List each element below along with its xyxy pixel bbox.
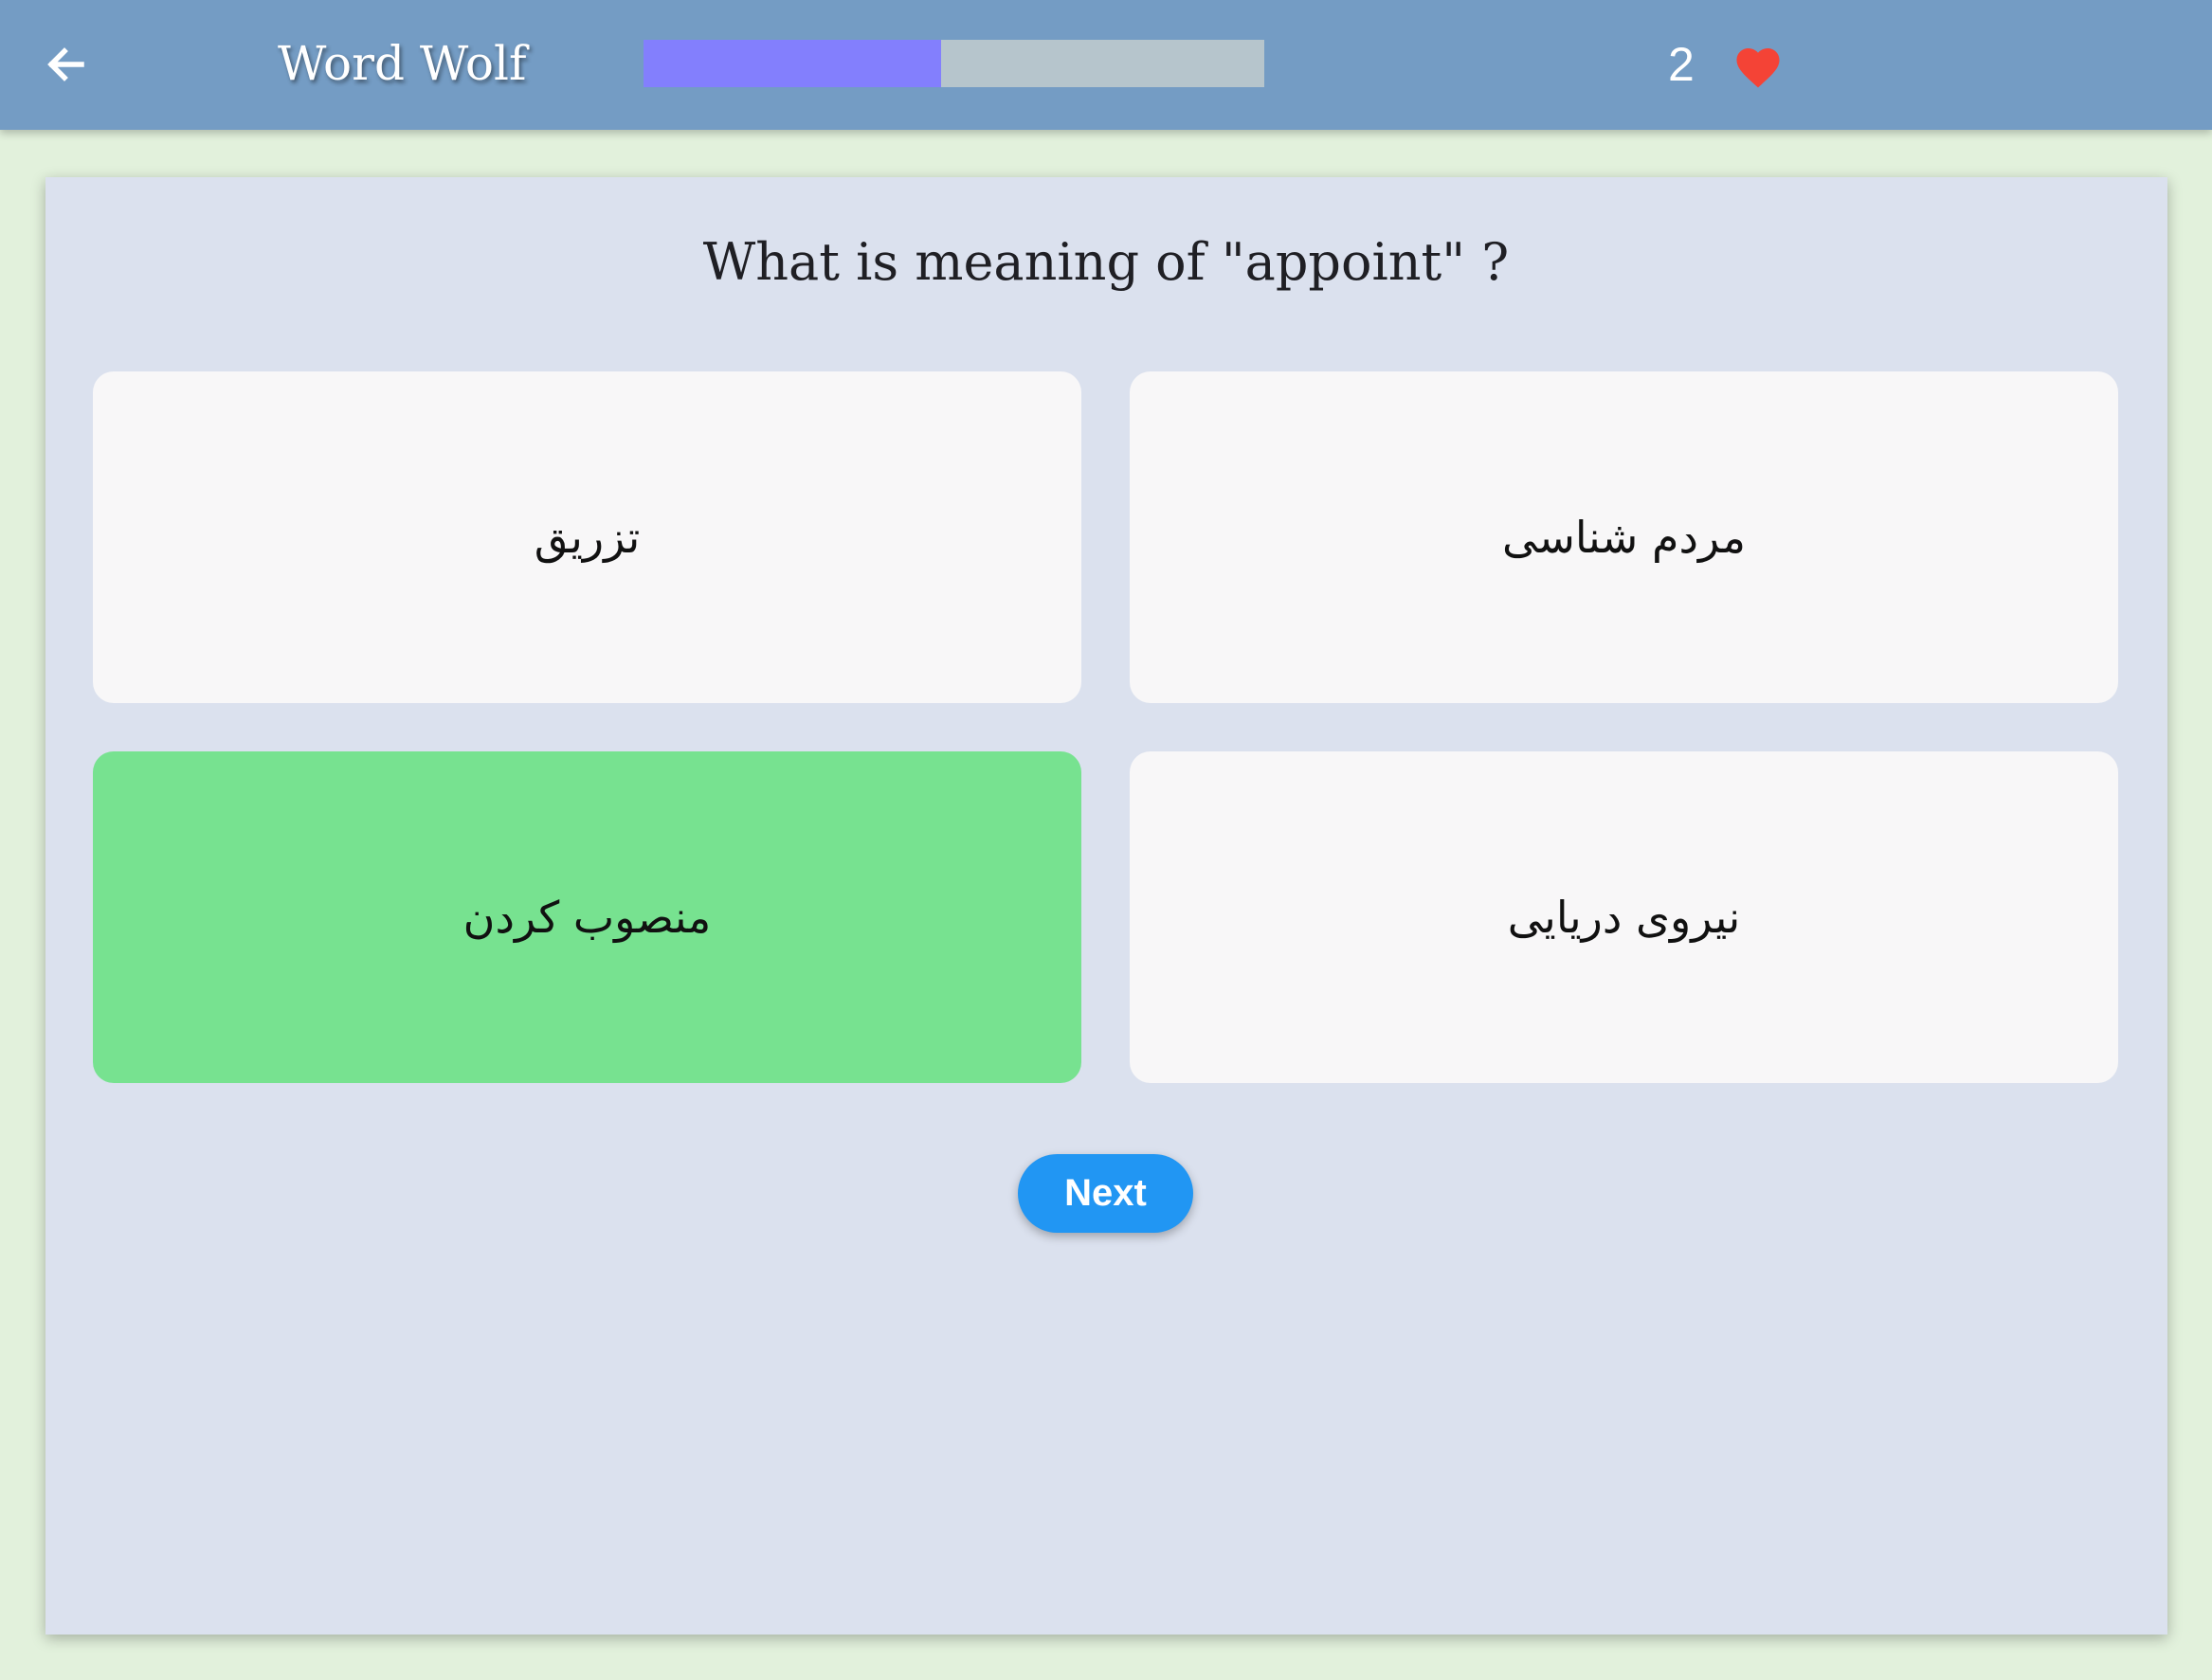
back-button[interactable] <box>36 34 97 95</box>
arrow-left-icon <box>47 47 84 81</box>
quiz-progress-bar <box>644 40 1264 87</box>
answer-option-label: نیروی دریایی <box>1507 892 1741 943</box>
next-button[interactable]: Next <box>1018 1154 1193 1233</box>
question-text: What is meaning of "appoint" ? <box>702 232 1510 292</box>
answer-option-1[interactable]: تزریق <box>93 371 1081 703</box>
heart-icon <box>1736 48 1780 88</box>
answer-option-4[interactable]: نیروی دریایی <box>1130 751 2118 1083</box>
answer-option-label: مردم شناسی <box>1502 512 1746 563</box>
answer-option-label: منصوب کردن <box>462 892 712 943</box>
answer-option-label: تزریق <box>534 512 641 563</box>
lives-count: 2 <box>1668 38 1695 91</box>
answer-option-2[interactable]: مردم شناسی <box>1130 371 2118 703</box>
answer-option-3-correct[interactable]: منصوب کردن <box>93 751 1081 1083</box>
app-title: Word Wolf <box>278 36 527 91</box>
quiz-progress-fill <box>644 40 942 87</box>
app-bar: Word Wolf 2 <box>0 0 2212 130</box>
